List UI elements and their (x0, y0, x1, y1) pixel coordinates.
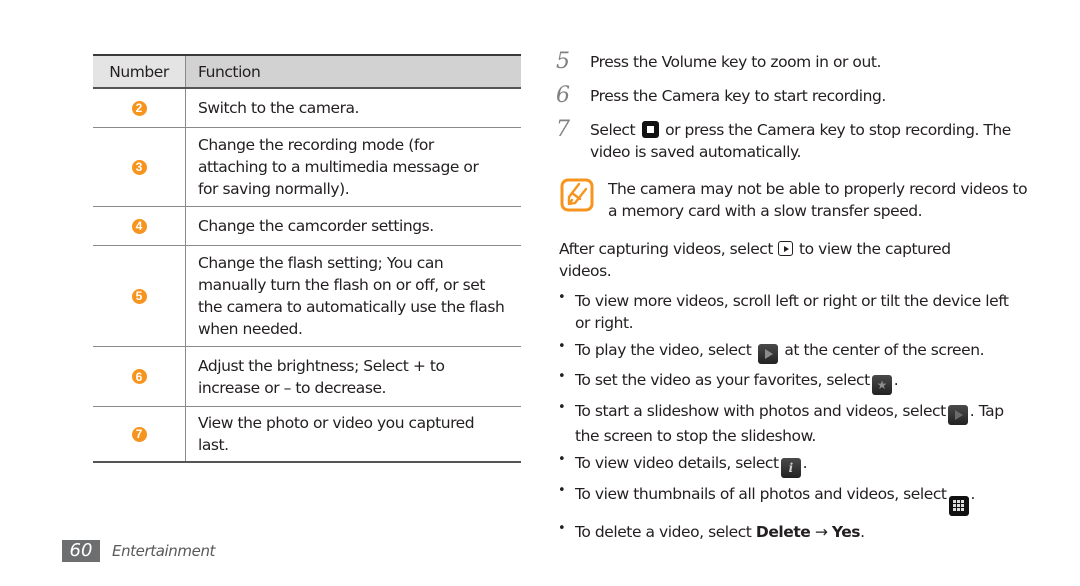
function-text: Change the recording mode (for attaching… (198, 136, 479, 198)
function-text: Switch to the camera. (198, 99, 360, 117)
table-row: 2 Switch to the camera. (93, 89, 521, 128)
step: 6 Press the Camera key to start recordin… (556, 85, 1026, 107)
header-number: Number (93, 56, 186, 87)
bullet-icon: • (558, 452, 566, 467)
text-post: . (970, 485, 976, 503)
list-item: • To view video details, select i. (558, 452, 1018, 478)
text-pre: To play the video, select (575, 341, 752, 359)
note-pencil-icon (560, 178, 594, 212)
step-number: 5 (556, 49, 570, 74)
list-item: • To view thumbnails of all photos and v… (558, 483, 1018, 516)
list-item: • To view more videos, scroll left or ri… (558, 290, 1018, 334)
number-badge: 6 (131, 369, 147, 384)
play-outline-icon (778, 241, 794, 256)
list-item-text: To view more videos, scroll left or righ… (575, 292, 1009, 332)
bullet-icon: • (558, 483, 566, 498)
step: 7 Select or press the Camera key to stop… (556, 119, 1026, 163)
function-text: Change the flash setting; You can manual… (198, 254, 505, 338)
step-number: 7 (556, 117, 570, 142)
header-function: Function (186, 56, 521, 87)
bullet-icon: • (558, 290, 566, 305)
page-footer: 60 Entertainment (62, 540, 215, 562)
number-badge: 2 (131, 100, 147, 116)
function-text: Change the camcorder settings. (198, 217, 434, 235)
table-row: 3 Change the recording mode (for attachi… (93, 128, 521, 207)
bullet-icon: • (558, 400, 566, 415)
step-text: Press the Camera key to start recording. (590, 87, 886, 105)
text-post: at the center of the screen. (784, 341, 985, 359)
star-icon: ★ (871, 375, 892, 395)
bullet-icon: • (558, 339, 566, 354)
function-table: Number Function 2 Switch to the camera. … (93, 54, 521, 463)
play-icon (757, 344, 778, 364)
section-name: Entertainment (112, 542, 216, 560)
function-text: Adjust the brightness; Select + to incre… (198, 356, 445, 397)
note-box: The camera may not be able to properly r… (560, 178, 1030, 222)
list-item-text: To play the video, select at the center … (575, 339, 1018, 364)
menu-yes: Yes (831, 522, 861, 541)
text-post: . (802, 454, 808, 472)
step-text-pre: Select (590, 121, 636, 139)
list-item: • To set the video as your favorites, se… (558, 369, 1018, 395)
after-capture-text: After capturing videos, select to view t… (559, 238, 999, 282)
list-item: • To delete a video, select Delete → Yes… (558, 521, 1018, 543)
table-row: 4 Change the camcorder settings. (93, 207, 521, 246)
table-row: 6 Adjust the brightness; Select + to inc… (93, 347, 521, 407)
table-row: 5 Change the flash setting; You can manu… (93, 246, 521, 347)
bullet-icon: • (558, 520, 566, 536)
text-pre: To set the video as your favorites, sele… (575, 371, 870, 389)
table-header: Number Function (93, 54, 521, 89)
arrow-icon: → (814, 522, 828, 541)
page-number: 60 (62, 540, 100, 562)
function-text: View the photo or video you captured las… (198, 414, 475, 454)
text-post: . (893, 371, 899, 389)
number-badge: 3 (131, 159, 147, 175)
table-row: 7 View the photo or video you captured l… (93, 407, 521, 463)
tips-list: • To view more videos, scroll left or ri… (558, 290, 1018, 548)
step-text: Select or press the Camera key to stop r… (590, 119, 1026, 163)
grid-icon (948, 495, 969, 516)
steps-list: 5 Press the Volume key to zoom in or out… (556, 51, 1026, 175)
text-pre: To view video details, select (575, 454, 779, 472)
number-badge: 5 (131, 288, 147, 304)
menu-delete: Delete (755, 522, 811, 541)
list-item-text: To delete a video, select Delete → Yes. (575, 521, 1018, 543)
list-item-text: To start a slideshow with photos and vid… (575, 400, 1018, 447)
list-item-text: To view video details, select i. (575, 452, 1018, 478)
text-post: . (860, 522, 865, 541)
info-icon: i (780, 458, 801, 478)
number-badge: 7 (131, 426, 147, 442)
text-pre: To view thumbnails of all photos and vid… (575, 485, 947, 503)
step: 5 Press the Volume key to zoom in or out… (556, 51, 1026, 73)
stop-icon (641, 121, 659, 138)
note-text: The camera may not be able to properly r… (608, 180, 1028, 220)
list-item: • To play the video, select at the cente… (558, 339, 1018, 364)
list-item-text: To view thumbnails of all photos and vid… (575, 483, 1018, 516)
after-capture-pre: After capturing videos, select (559, 240, 773, 258)
list-item-text: To set the video as your favorites, sele… (575, 369, 1018, 395)
text-pre: To delete a video, select (575, 522, 752, 541)
text-pre: To start a slideshow with photos and vid… (575, 402, 946, 420)
slideshow-icon (947, 405, 968, 425)
step-text: Press the Volume key to zoom in or out. (590, 53, 881, 71)
number-badge: 4 (131, 218, 147, 234)
step-number: 6 (556, 83, 570, 108)
list-item: • To start a slideshow with photos and v… (558, 400, 1018, 447)
bullet-icon: • (558, 369, 566, 384)
